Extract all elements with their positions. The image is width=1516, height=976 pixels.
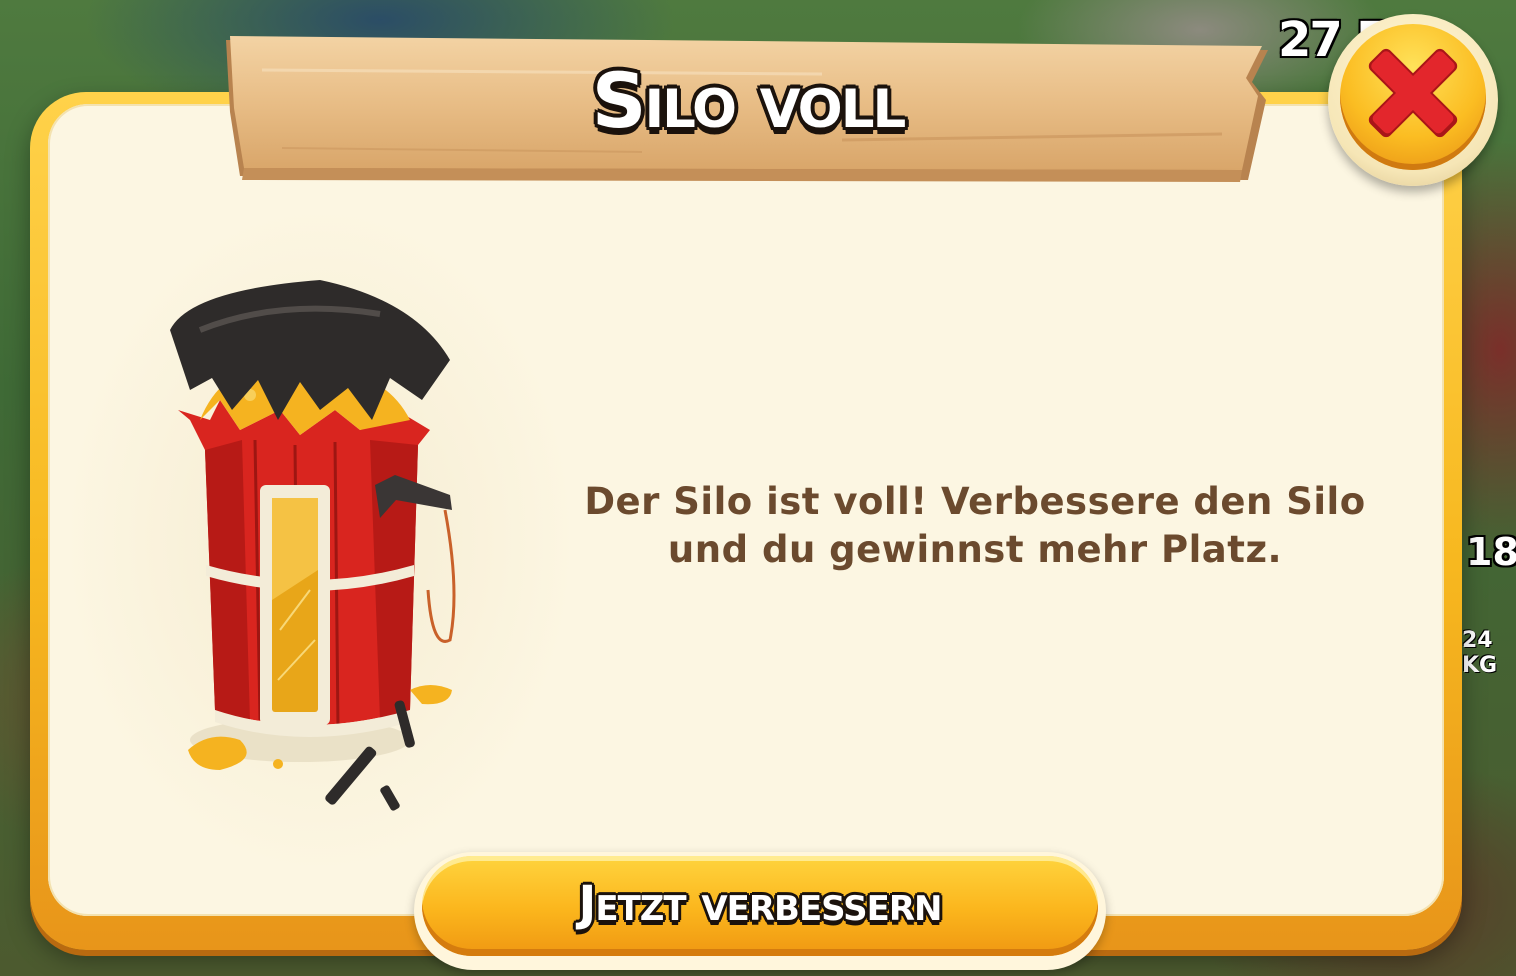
hud-weight: 24 KG bbox=[1462, 628, 1498, 678]
upgrade-button-label: Jetzt verbessern bbox=[578, 876, 942, 932]
upgrade-now-button[interactable]: Jetzt verbessern bbox=[414, 852, 1106, 970]
close-button[interactable] bbox=[1328, 14, 1498, 186]
upgrade-button-face: Jetzt verbessern bbox=[422, 856, 1098, 956]
dialog-message: Der Silo ist voll! Verbessere den Silo u… bbox=[584, 480, 1366, 571]
broken-silo-icon bbox=[170, 280, 456, 811]
close-x-icon bbox=[1368, 48, 1458, 138]
hud-timer: 18: bbox=[1466, 530, 1516, 574]
dialog-title: Silo voll bbox=[591, 56, 907, 145]
